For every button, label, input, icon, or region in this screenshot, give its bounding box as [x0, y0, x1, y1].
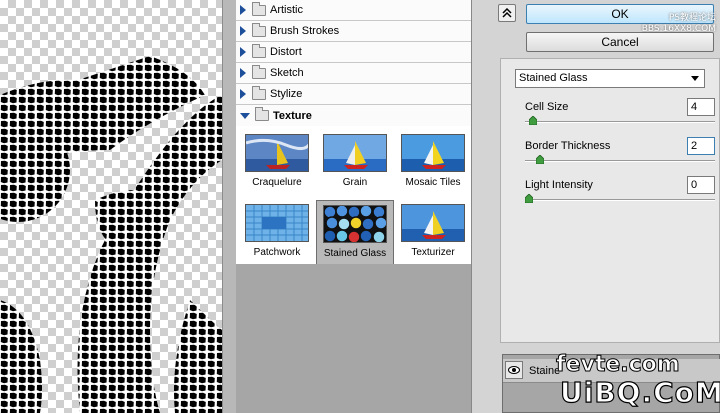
- texturizer-preview-image: [401, 204, 465, 242]
- thumb-label: Texturizer: [411, 247, 455, 258]
- slider-thumb-icon[interactable]: [528, 116, 537, 125]
- expand-triangle-icon: [240, 89, 246, 99]
- category-distort[interactable]: Distort: [236, 42, 471, 63]
- expand-triangle-icon: [240, 5, 246, 15]
- slider-thumb-icon[interactable]: [535, 155, 544, 164]
- category-label: Brush Strokes: [270, 25, 340, 37]
- border-thickness-slider[interactable]: [525, 160, 715, 162]
- watermark-fevte: fevte.com: [556, 352, 681, 378]
- folder-open-icon: [255, 107, 269, 121]
- category-artistic[interactable]: Artistic: [236, 0, 471, 21]
- texture-thumbnails: Craquelure Grain Mosaic Tiles Patchwork …: [236, 126, 471, 264]
- category-label: Distort: [270, 46, 302, 58]
- filter-thumb-texturizer[interactable]: Texturizer: [394, 200, 471, 264]
- filter-gallery: Artistic Brush Strokes Distort Sketch St…: [236, 0, 472, 264]
- preview-scroll-edge: [222, 0, 236, 413]
- filter-select-value: Stained Glass: [519, 72, 588, 84]
- category-label: Stylize: [270, 88, 303, 100]
- filter-thumb-mosaic-tiles[interactable]: Mosaic Tiles: [394, 130, 471, 198]
- expand-triangle-icon: [240, 68, 246, 78]
- param-label: Cell Size: [525, 101, 569, 113]
- slider-thumb-icon[interactable]: [525, 194, 533, 203]
- stained-glass-preview-image: [323, 205, 387, 243]
- folder-icon: [252, 43, 266, 58]
- light-intensity-slider[interactable]: [525, 199, 715, 201]
- filter-thumb-craquelure[interactable]: Craquelure: [238, 130, 316, 198]
- folder-icon: [252, 22, 266, 37]
- category-label: Sketch: [270, 67, 304, 79]
- double-chevron-up-icon[interactable]: [498, 4, 516, 22]
- category-label: Texture: [273, 109, 312, 122]
- dropdown-arrow-icon: [691, 76, 699, 81]
- folder-icon: [252, 1, 266, 16]
- category-brush-strokes[interactable]: Brush Strokes: [236, 21, 471, 42]
- category-sketch[interactable]: Sketch: [236, 63, 471, 84]
- thumb-label: Stained Glass: [323, 248, 387, 259]
- filter-thumb-patchwork[interactable]: Patchwork: [238, 200, 316, 264]
- thumb-label: Mosaic Tiles: [405, 177, 461, 188]
- thumb-label: Grain: [342, 177, 368, 188]
- folder-icon: [252, 85, 266, 100]
- grain-preview-image: [323, 134, 387, 172]
- collapse-triangle-icon: [240, 112, 250, 119]
- cell-size-slider[interactable]: [525, 121, 715, 123]
- filter-thumb-grain[interactable]: Grain: [316, 130, 394, 198]
- thumb-label: Craquelure: [252, 177, 302, 188]
- category-stylize[interactable]: Stylize: [236, 84, 471, 105]
- eye-icon[interactable]: [505, 361, 523, 379]
- cancel-button[interactable]: Cancel: [526, 32, 714, 52]
- border-thickness-input[interactable]: 2: [687, 137, 715, 155]
- gallery-empty-area: [236, 264, 472, 413]
- param-label: Border Thickness: [525, 140, 611, 152]
- light-intensity-input[interactable]: 0: [687, 176, 715, 194]
- preview-canvas[interactable]: [0, 0, 222, 413]
- param-label: Light Intensity: [525, 179, 593, 191]
- cell-size-input[interactable]: 4: [687, 98, 715, 116]
- category-texture[interactable]: Texture: [236, 105, 471, 126]
- filter-thumb-stained-glass[interactable]: Stained Glass: [316, 200, 394, 264]
- folder-icon: [252, 64, 266, 79]
- category-label: Artistic: [270, 4, 303, 16]
- filter-settings-box: Stained Glass Cell Size 4 Border Thickne…: [500, 58, 720, 343]
- expand-triangle-icon: [240, 26, 246, 36]
- patchwork-preview-image: [245, 204, 309, 242]
- watermark-uibq: UiBQ.CoM: [559, 375, 720, 409]
- mosaic-tiles-preview-image: [401, 134, 465, 172]
- preview-artwork: [0, 56, 222, 413]
- craquelure-preview-image: [245, 134, 309, 172]
- watermark-top: PS教程论坛 BBS.16XX8.COM: [641, 13, 716, 34]
- filter-select[interactable]: Stained Glass: [515, 69, 705, 88]
- expand-triangle-icon: [240, 47, 246, 57]
- thumb-label: Patchwork: [253, 247, 301, 258]
